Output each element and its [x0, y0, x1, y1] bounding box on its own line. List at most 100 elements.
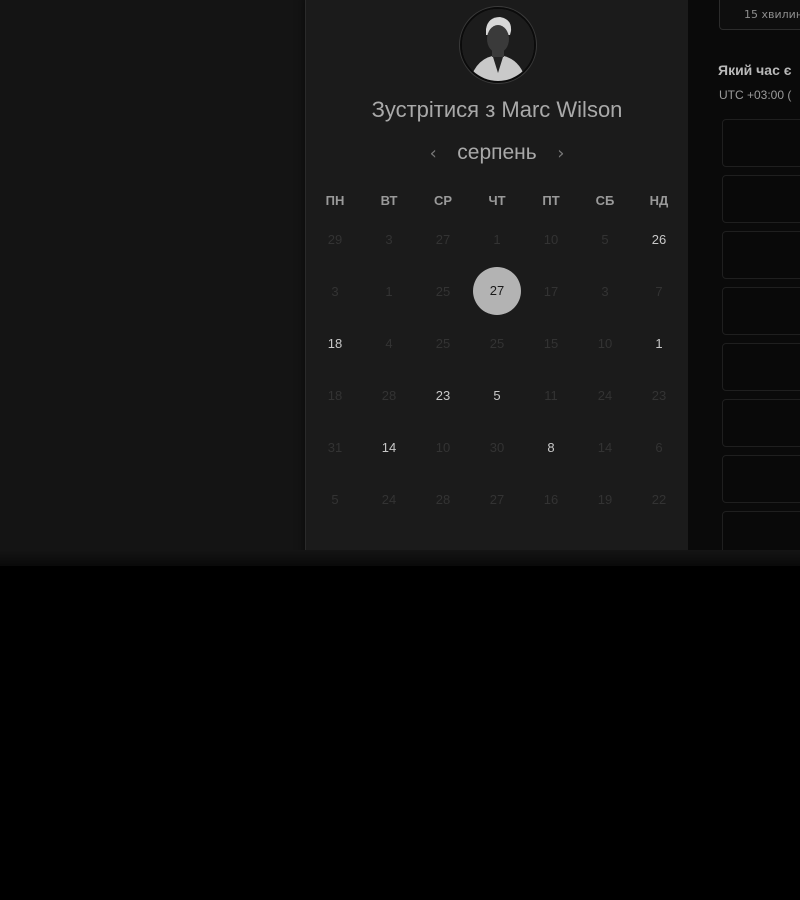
calendar-day-unavailable: 24	[578, 388, 632, 403]
calendar-day-available[interactable]: 23	[416, 388, 470, 403]
calendar-day-unavailable: 29	[308, 232, 362, 247]
booking-app: Зустрітися з Marc Wilson ‹ серпень › ПН В…	[0, 0, 800, 566]
calendar-day-number: 25	[489, 335, 505, 351]
calendar-day-number: 23	[651, 387, 667, 403]
calendar-day-unavailable: 16	[524, 492, 578, 507]
calendar-day-available[interactable]: 14	[362, 440, 416, 455]
time-slot-button[interactable]	[722, 175, 800, 223]
calendar-day-number: 3	[601, 283, 609, 299]
calendar-day-unavailable: 1	[470, 232, 524, 247]
calendar-day-unavailable: 4	[362, 336, 416, 351]
calendar-day-number: 27	[489, 491, 505, 507]
calendar-week-row: 18 28 23 5 11 24 23	[308, 369, 686, 421]
calendar-day-unavailable: 3	[362, 232, 416, 247]
calendar-day-unavailable: 5	[308, 492, 362, 507]
meeting-title: Зустрітися з Marc Wilson	[306, 97, 688, 123]
calendar-day-number: 7	[655, 283, 663, 299]
time-slot-button[interactable]	[722, 399, 800, 447]
calendar-week-row: 18 4 25 25 15 10 1	[308, 317, 686, 369]
calendar-day-number: 5	[601, 231, 609, 247]
calendar-day-unavailable: 18	[308, 388, 362, 403]
weekday-label: ЧТ	[488, 192, 506, 208]
calendar-day-number: 29	[327, 231, 343, 247]
calendar-day-unavailable: 27	[470, 492, 524, 507]
calendar-day-available[interactable]: 8	[524, 440, 578, 455]
calendar-day-selected[interactable]: 27	[470, 267, 524, 315]
time-slot-button[interactable]	[722, 231, 800, 279]
calendar-day-unavailable: 23	[632, 388, 686, 403]
calendar-day-number: 15	[543, 335, 559, 351]
calendar-day-unavailable: 30	[470, 440, 524, 455]
time-slot-button[interactable]	[722, 119, 800, 167]
calendar-day-number: 18	[327, 335, 343, 351]
timezone-value[interactable]: UTC +03:00 (	[719, 88, 791, 102]
weekday-label: ПН	[325, 192, 345, 208]
calendar-grid: ПН ВТ СР ЧТ ПТ СБ НД 29 3 27 1 10 5 26 3 1 25 27 17 3 7 18 4 2…	[308, 187, 686, 525]
calendar-day-number: 14	[381, 439, 397, 455]
calendar-day-unavailable: 10	[578, 336, 632, 351]
calendar-day-available[interactable]: 5	[470, 388, 524, 403]
app-bottom-shadow	[0, 550, 800, 566]
calendar-day-number: 31	[327, 439, 343, 455]
host-avatar	[460, 7, 536, 83]
time-slot-button[interactable]	[722, 343, 800, 391]
calendar-day-number: 18	[327, 387, 343, 403]
weekday-label: НД	[649, 192, 669, 208]
calendar-day-available[interactable]: 26	[632, 232, 686, 247]
calendar-day-unavailable: 11	[524, 388, 578, 403]
left-panel	[0, 0, 304, 566]
weekday-label: ВТ	[380, 192, 398, 208]
calendar-day-number: 4	[385, 335, 393, 351]
calendar-day-number: 1	[655, 335, 663, 351]
timezone-question: Який час є	[718, 62, 792, 78]
chevron-left-icon[interactable]: ‹	[424, 143, 442, 164]
calendar-week-row: 29 3 27 1 10 5 26	[308, 213, 686, 265]
calendar-day-unavailable: 25	[416, 284, 470, 299]
weekday-label: ПТ	[542, 192, 560, 208]
calendar-day-unavailable: 28	[362, 388, 416, 403]
month-label: серпень	[457, 141, 537, 164]
calendar-day-number: 11	[544, 387, 558, 403]
calendar-day-unavailable: 1	[362, 284, 416, 299]
calendar-day-unavailable: 22	[632, 492, 686, 507]
calendar-day-number: 30	[489, 439, 505, 455]
calendar-day-unavailable: 7	[632, 284, 686, 299]
calendar-day-number: 3	[331, 283, 339, 299]
duration-selector[interactable]: 15 хвилин	[719, 0, 800, 30]
calendar-day-available[interactable]: 18	[308, 336, 362, 351]
chevron-right-icon[interactable]: ›	[552, 143, 570, 164]
calendar-day-number: 8	[547, 439, 555, 455]
calendar-day-available[interactable]: 1	[632, 336, 686, 351]
calendar-day-unavailable: 25	[416, 336, 470, 351]
weekday-header: ПН ВТ СР ЧТ ПТ СБ НД	[308, 187, 686, 213]
calendar-day-number: 10	[597, 335, 613, 351]
calendar-day-unavailable: 24	[362, 492, 416, 507]
calendar-day-number: 16	[543, 491, 559, 507]
calendar-week-row: 31 14 10 30 8 14 6	[308, 421, 686, 473]
meeting-title-prefix: Зустрітися з	[371, 97, 496, 122]
calendar-day-number: 3	[385, 231, 393, 247]
host-name: Marc Wilson	[501, 97, 623, 122]
weekday-label: СБ	[595, 192, 615, 208]
right-panel: 15 хвилин Який час є UTC +03:00 (	[688, 0, 800, 566]
calendar-day-number: 10	[435, 439, 451, 455]
calendar-week-row: 3 1 25 27 17 3 7	[308, 265, 686, 317]
calendar-day-number: 28	[435, 491, 451, 507]
calendar-day-number: 25	[435, 283, 451, 299]
calendar-day-number: 14	[597, 439, 613, 455]
calendar-day-number: 22	[651, 491, 667, 507]
calendar-day-unavailable: 6	[632, 440, 686, 455]
calendar-day-number: 19	[597, 491, 613, 507]
calendar-day-number: 5	[331, 491, 339, 507]
time-slot-button[interactable]	[722, 455, 800, 503]
calendar-day-number: 17	[543, 283, 559, 299]
calendar-day-unavailable: 19	[578, 492, 632, 507]
calendar-day-unavailable: 5	[578, 232, 632, 247]
calendar-day-number: 1	[385, 283, 393, 299]
calendar-day-number: 24	[381, 491, 397, 507]
calendar-day-unavailable: 10	[416, 440, 470, 455]
calendar-day-unavailable: 14	[578, 440, 632, 455]
time-slot-button[interactable]	[722, 287, 800, 335]
calendar-day-unavailable: 10	[524, 232, 578, 247]
calendar-day-number: 26	[651, 231, 667, 247]
